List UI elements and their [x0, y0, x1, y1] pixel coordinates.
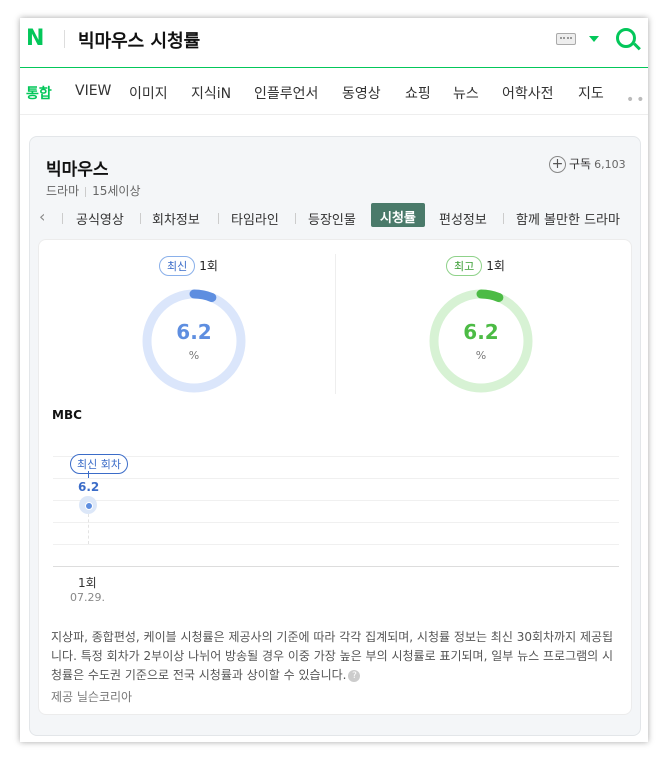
gridline — [53, 456, 619, 457]
highest-rating-value: 6.2 — [463, 320, 499, 344]
search-tabs: 통합 VIEW 이미지 지식iN 인플루언서 동영상 쇼핑 뉴스 어학사전 지도… — [20, 69, 648, 115]
note-text: 지상파, 종합편성, 케이블 시청률은 제공사의 기준에 따라 각각 집계되며,… — [51, 630, 614, 682]
tab-similar-dramas[interactable]: 함께 볼만한 드라마 — [516, 209, 620, 228]
tab-episode-info[interactable]: 회차정보 — [152, 209, 200, 228]
x-axis — [53, 566, 619, 567]
point-guide — [88, 514, 89, 544]
tab-image[interactable]: 이미지 — [129, 83, 168, 103]
age-rating: 15세이상 — [92, 184, 141, 198]
gridline — [53, 544, 619, 545]
highest-rating-head: 최고 1회 — [446, 256, 606, 276]
gridline — [53, 478, 619, 479]
genre: 드라마 — [46, 184, 80, 198]
x-tick-label: 1회 — [78, 576, 97, 590]
ratings-panel: 최신 1회 6.2 % 최고 1회 6.2 % MBC 최신 회차 6.2 1회… — [38, 239, 632, 715]
naver-logo[interactable]: N — [26, 28, 48, 50]
tab-ratings[interactable]: 시청률 — [371, 203, 425, 227]
latest-episode: 1회 — [199, 259, 218, 273]
tab-official-video[interactable]: 공식영상 — [76, 209, 124, 228]
tab-cast[interactable]: 등장인물 — [308, 209, 356, 228]
tab-divider — [295, 213, 296, 224]
keyboard-icon[interactable] — [556, 33, 576, 45]
subscribe-label: 구독 — [569, 157, 592, 171]
header-divider — [64, 30, 65, 48]
search-icon[interactable] — [616, 28, 636, 48]
tab-divider — [140, 213, 141, 224]
gridline — [53, 500, 619, 501]
tab-divider — [503, 213, 504, 224]
badge-stem — [88, 471, 89, 478]
browser-frame: N 빅마우스 시청률 통합 VIEW 이미지 지식iN 인플루언서 동영상 쇼핑… — [20, 18, 648, 742]
tab-map[interactable]: 지도 — [578, 83, 604, 103]
tab-divider — [218, 213, 219, 224]
subscribe-count: 6,103 — [594, 158, 626, 171]
broadcaster-label: MBC — [52, 408, 82, 422]
tab-view[interactable]: VIEW — [75, 83, 111, 99]
tab-news[interactable]: 뉴스 — [453, 83, 479, 103]
latest-episode-badge: 최신 회차 — [70, 454, 128, 474]
data-provider: 제공 닐슨코리아 — [51, 690, 133, 704]
highest-badge: 최고 — [446, 256, 483, 276]
latest-rating-head: 최신 1회 — [159, 256, 319, 276]
latest-rating-unit: % — [188, 349, 200, 362]
subscribe-button[interactable]: + 구독 6,103 — [549, 155, 626, 173]
highest-rating-gauge: 최고 1회 6.2 % — [426, 256, 536, 396]
meta-divider — [85, 186, 87, 197]
data-point[interactable] — [79, 496, 97, 514]
tab-schedule[interactable]: 편성정보 — [439, 209, 487, 228]
data-label: 6.2 — [78, 480, 100, 494]
drama-tabs: ‹ 공식영상 회차정보 타임라인 등장인물 시청률 편성정보 함께 볼만한 드라… — [30, 203, 642, 231]
tab-divider — [62, 213, 63, 224]
latest-rating-gauge: 최신 1회 6.2 % — [139, 256, 249, 396]
more-icon[interactable]: ••• — [626, 92, 648, 108]
ratings-note: 지상파, 종합편성, 케이블 시청률은 제공사의 기준에 따라 각각 집계되며,… — [51, 628, 623, 685]
drama-meta: 드라마 15세이상 — [46, 182, 141, 199]
tab-dictionary[interactable]: 어학사전 — [502, 83, 554, 103]
gridline — [53, 522, 619, 523]
chevron-left-icon[interactable]: ‹ — [39, 207, 45, 226]
tab-timeline[interactable]: 타임라인 — [231, 209, 279, 228]
tab-kin[interactable]: 지식iN — [191, 83, 231, 103]
tab-all[interactable]: 통합 — [26, 83, 52, 103]
x-date-label: 07.29. — [70, 591, 105, 604]
highest-episode: 1회 — [486, 259, 505, 273]
drama-title[interactable]: 빅마우스 — [46, 155, 109, 180]
latest-badge: 최신 — [159, 256, 196, 276]
latest-rating-value: 6.2 — [176, 320, 212, 344]
tab-video[interactable]: 동영상 — [342, 83, 381, 103]
help-icon[interactable]: ? — [348, 669, 361, 682]
plus-icon: + — [549, 156, 566, 173]
gauge-divider — [335, 254, 336, 394]
drama-card: 빅마우스 드라마 15세이상 + 구독 6,103 ‹ 공식영상 회차정보 타임라인 … — [29, 136, 641, 736]
highest-rating-unit: % — [475, 349, 487, 362]
tab-influencer[interactable]: 인플루언서 — [254, 83, 318, 103]
caret-down-icon[interactable] — [589, 36, 599, 42]
search-header: N 빅마우스 시청률 — [20, 18, 648, 68]
tab-shopping[interactable]: 쇼핑 — [405, 83, 431, 103]
search-query[interactable]: 빅마우스 시청률 — [78, 27, 200, 53]
